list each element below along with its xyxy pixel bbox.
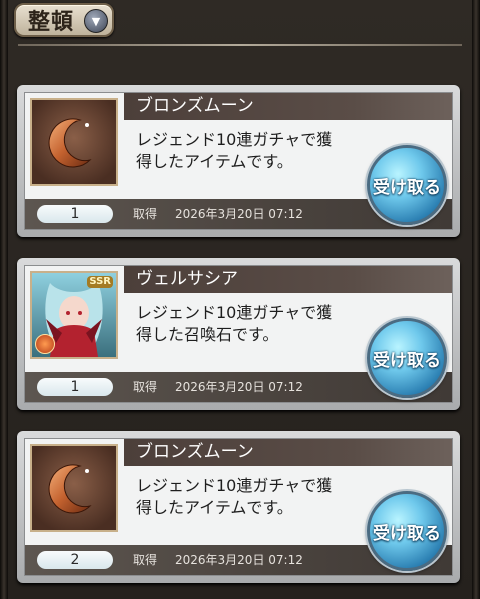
item-name: ブロンズムーン <box>136 442 254 462</box>
quantity-badge: 1 <box>37 205 113 223</box>
fire-element-icon <box>35 334 55 354</box>
gift-item-card: SSR ヴェルサシア レジェンド10連ガチャで獲 得した召喚石です。 1 取得 … <box>17 258 460 410</box>
item-name-bar: ヴェルサシア <box>124 266 452 293</box>
quantity-badge: 1 <box>37 378 113 396</box>
gift-item-card: ブロンズムーン レジェンド10連ガチャで獲 得したアイテムです。 2 取得 20… <box>17 431 460 583</box>
sort-label: 整頓 <box>28 10 75 35</box>
description-line: 得したアイテムです。 <box>136 152 293 171</box>
item-name: ブロンズムーン <box>136 96 254 116</box>
item-name-bar: ブロンズムーン <box>124 439 452 466</box>
acquired-date: 2026年3月20日 07:12 <box>175 553 303 567</box>
acquired-label: 取得 <box>133 207 158 221</box>
receive-label: 受け取る <box>373 350 441 371</box>
acquired-label: 取得 <box>133 553 158 567</box>
item-description: レジェンド10連ガチャで獲 得した召喚石です。 <box>136 302 366 346</box>
receive-label: 受け取る <box>373 523 441 544</box>
item-description: レジェンド10連ガチャで獲 得したアイテムです。 <box>136 475 366 519</box>
item-name: ヴェルサシア <box>136 269 238 289</box>
chevron-down-icon[interactable]: ▼ <box>84 9 108 33</box>
receive-button[interactable]: 受け取る <box>367 491 447 571</box>
gift-item-card: ブロンズムーン レジェンド10連ガチャで獲 得したアイテムです。 1 取得 20… <box>17 85 460 237</box>
acquired-date: 2026年3月20日 07:12 <box>175 207 303 221</box>
item-description: レジェンド10連ガチャで獲 得したアイテムです。 <box>136 129 366 173</box>
description-line: 得した召喚石です。 <box>136 325 279 344</box>
description-line: レジェンド10連ガチャで獲 <box>136 476 333 495</box>
receive-label: 受け取る <box>373 177 441 198</box>
receive-button[interactable]: 受け取る <box>367 318 447 398</box>
bronze-moon-icon <box>30 98 118 186</box>
acquired-label: 取得 <box>133 380 158 394</box>
quantity-badge: 2 <box>37 551 113 569</box>
bronze-moon-icon <box>30 444 118 532</box>
description-line: レジェンド10連ガチャで獲 <box>136 303 333 322</box>
gift-box-screen: 整頓 ▼ ブロンズムーン レジェンド10連ガチャで獲 得したアイテムです。 1 … <box>0 0 480 599</box>
description-line: 得したアイテムです。 <box>136 498 293 517</box>
receive-button[interactable]: 受け取る <box>367 145 447 225</box>
item-name-bar: ブロンズムーン <box>124 93 452 120</box>
ssr-badge: SSR <box>87 276 113 288</box>
sort-button[interactable]: 整頓 ▼ <box>14 3 114 37</box>
acquired-date: 2026年3月20日 07:12 <box>175 380 303 394</box>
header-divider <box>18 44 462 46</box>
summon-stone-portrait: SSR <box>30 271 118 359</box>
description-line: レジェンド10連ガチャで獲 <box>136 130 333 149</box>
